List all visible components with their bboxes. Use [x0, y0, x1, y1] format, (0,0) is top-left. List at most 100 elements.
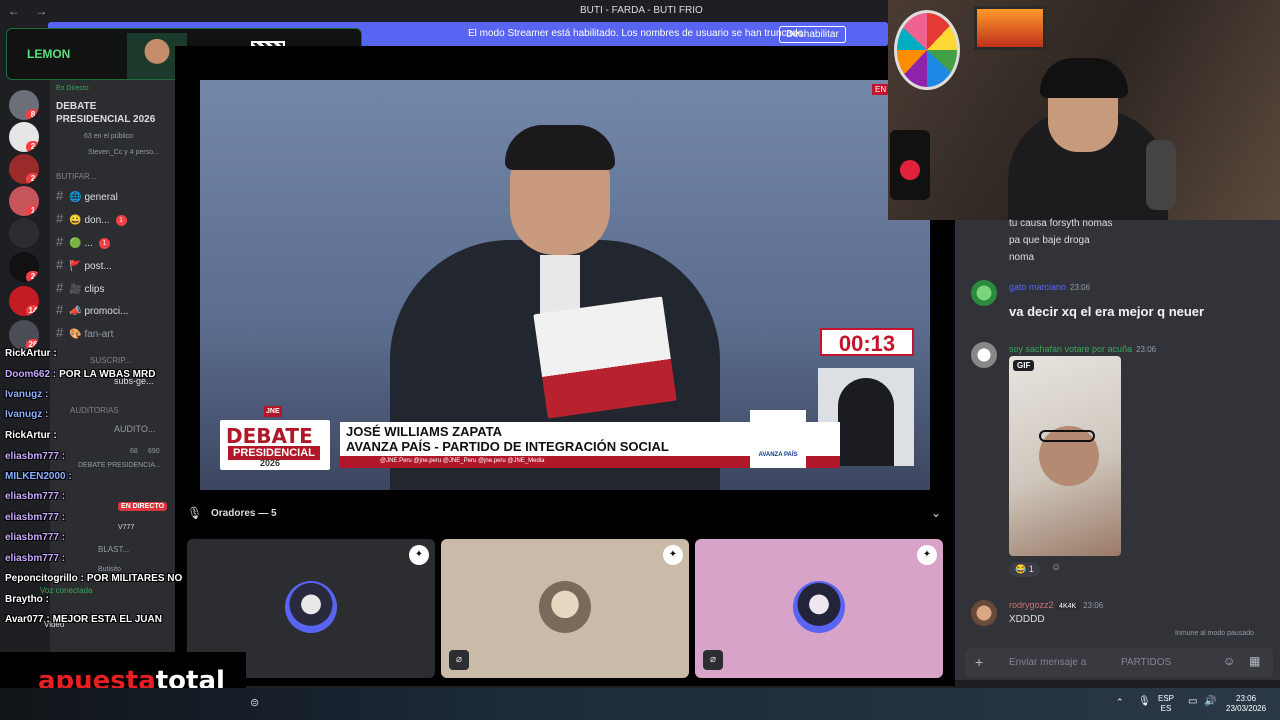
stream-chat-line: Ivanugz :	[5, 409, 49, 420]
username[interactable]: soy sachafan votare por acuña 23:06	[1009, 344, 1156, 354]
speaker-tile[interactable]: ✦ ⌀	[441, 539, 689, 678]
event-title[interactable]: DEBATE PRESIDENCIAL 2026	[56, 100, 166, 126]
hash-icon: #	[56, 325, 64, 340]
channel-emoji-icon: 🎥	[69, 284, 82, 295]
volume-icon[interactable]: 🔊	[1204, 696, 1216, 707]
server-icon[interactable]: 2	[9, 122, 39, 152]
channel-donations[interactable]: # 😀 don... 1	[56, 211, 127, 226]
channel-fan-art[interactable]: # 🎨 fan-art	[56, 325, 113, 340]
debate-timer: 00:13	[820, 328, 914, 356]
interpreter-figure	[838, 378, 894, 466]
jne-logo: JNE	[264, 406, 282, 417]
server-icon[interactable]: 8	[9, 90, 39, 120]
slowmode-note: Inmune al modo pausado	[1175, 630, 1254, 637]
server-icon[interactable]: 1	[9, 186, 39, 216]
channel-general[interactable]: # 🌐 general	[56, 188, 118, 203]
fireplace-screen	[974, 6, 1046, 50]
voice-user[interactable]: Butisito	[98, 566, 121, 573]
channel-promo[interactable]: # 📣 promoci...	[56, 302, 128, 317]
speakers-header[interactable]: 🎙 Oradores — 5 ⌄	[175, 500, 955, 526]
stream-chat-line: eliasbm777 :	[5, 491, 66, 502]
taskbar-app-icon[interactable]: ⊜	[250, 696, 259, 709]
server-icon[interactable]: 2	[9, 154, 39, 184]
banner-text: El modo Streamer está habilitado. Los no…	[468, 28, 806, 39]
lower-third: JNE DEBATE PRESIDENCIAL 2026 JOSÉ WILLIA…	[220, 406, 840, 470]
gif-tag: GIF	[1013, 360, 1035, 371]
disable-button[interactable]: Deshabilitar	[779, 26, 846, 43]
language-indicator[interactable]: ESP ES	[1158, 694, 1174, 714]
stream-chat-line: Ivanugz :	[5, 389, 49, 400]
avatar	[285, 581, 337, 633]
avatar[interactable]	[971, 600, 997, 626]
server-badge: 14	[26, 305, 39, 316]
reaction-pill[interactable]: 😂 1	[1009, 562, 1040, 577]
voice-user[interactable]: BLAST...	[98, 545, 129, 554]
channel-audit[interactable]: AUDITO...	[114, 424, 155, 434]
lemon-logo: LEMON	[27, 47, 71, 61]
emoji-icon[interactable]: ☺	[1223, 654, 1235, 668]
avatar[interactable]	[971, 342, 997, 368]
category-suscrip[interactable]: SUSCRIP...	[90, 356, 131, 365]
gif-attachment[interactable]: GIF	[1009, 356, 1121, 556]
channel-clips[interactable]: # 🎥 clips	[56, 280, 104, 295]
public-count: 63 en el público	[84, 133, 134, 140]
username[interactable]: rodrygozz2 4K4K 23:06	[1009, 600, 1103, 610]
webcam-overlay	[888, 0, 1280, 230]
hash-icon: #	[56, 280, 64, 295]
username[interactable]: gato marciano 23:06	[1009, 282, 1090, 292]
channel-item[interactable]: # 🟢 ... 1	[56, 234, 110, 249]
server-icon[interactable]: 14	[9, 286, 39, 316]
hash-icon: #	[56, 188, 64, 203]
chat-line: noma	[1009, 252, 1035, 263]
network-icon[interactable]: ▭	[1188, 696, 1197, 707]
stream-chat-line: Doom662 : POR LA WBAS MRD	[5, 369, 156, 380]
server-icon[interactable]	[9, 218, 39, 248]
input-placeholder: Enviar mensaje a	[1009, 657, 1087, 668]
stage-icon: ✦	[917, 545, 937, 565]
server-icon[interactable]: 26	[9, 320, 39, 350]
input-channel: PARTIDOS	[1121, 657, 1172, 668]
speaker-hair	[505, 125, 615, 170]
voice-user[interactable]: V777	[118, 524, 134, 531]
channel-label: general	[84, 192, 118, 203]
add-attachment-icon[interactable]: +	[975, 654, 983, 670]
category-auditorias[interactable]: AUDITORIAS	[70, 406, 119, 415]
unread-badge: 1	[98, 237, 110, 249]
mute-icon: ⌀	[703, 650, 723, 670]
channel-emoji-icon: 🟢	[69, 238, 82, 249]
stream-video[interactable]: EN 00:13 JNE DEBATE PRESIDENCIAL 2026 JO…	[200, 80, 930, 490]
mic-tray-icon[interactable]: 🎙	[1138, 696, 1151, 707]
stream-chat-line: eliasbm777 :	[5, 532, 66, 543]
speaker-tile[interactable]: ✦ ⌀	[695, 539, 943, 678]
add-reaction-icon[interactable]: ☺	[1051, 562, 1061, 573]
unread-badge: 1	[115, 214, 127, 226]
mic-icon: 🎙	[187, 506, 203, 520]
server-badge: 2	[26, 141, 39, 152]
stage-icon: ✦	[663, 545, 683, 565]
apps-icon[interactable]: ▦	[1249, 654, 1260, 668]
category-butifar[interactable]: BUTIFAR...	[56, 172, 96, 181]
clock[interactable]: 23:06 23/03/2026	[1226, 694, 1266, 714]
document-prop	[533, 296, 677, 419]
streamer-cap	[1040, 58, 1128, 98]
avatar[interactable]	[971, 280, 997, 306]
channel-posts[interactable]: # 🚩 post...	[56, 257, 112, 272]
microphone-prop	[1146, 140, 1176, 210]
stream-chat-line: Avar077 : MEJOR ESTA EL JUAN	[5, 614, 162, 625]
channel-debate[interactable]: DEBATE PRESIDENCIA...	[78, 462, 161, 469]
message-input[interactable]: + Enviar mensaje a PARTIDOS ☺ ▦	[965, 648, 1273, 678]
server-icon[interactable]: 2	[9, 252, 39, 282]
tray-chevron-icon[interactable]: ⌃	[1116, 697, 1124, 708]
gif-content	[1039, 430, 1095, 442]
channel-emoji-icon: 😀	[69, 215, 82, 226]
stream-chat-line: RickArtur :	[5, 348, 57, 359]
server-badge: 1	[26, 205, 39, 216]
nav-arrows[interactable]: ← →	[8, 4, 53, 18]
chevron-down-icon[interactable]: ⌄	[931, 506, 941, 520]
hash-icon: #	[56, 257, 64, 272]
debate-count-2: 690	[148, 448, 160, 455]
channel-label: fan-art	[84, 329, 114, 340]
stage-icon: ✦	[409, 545, 429, 565]
server-badge: 2	[26, 173, 39, 184]
stream-chat-line: eliasbm777 :	[5, 451, 66, 462]
